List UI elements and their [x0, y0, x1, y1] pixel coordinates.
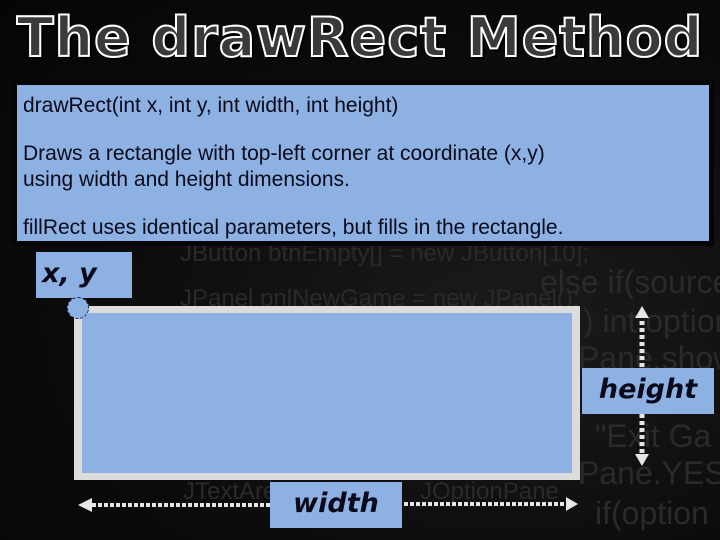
dimension-arrows: [78, 306, 649, 512]
width-arrow-left: [78, 498, 270, 512]
height-arrow-up: [635, 306, 649, 374]
width-label: width: [270, 482, 402, 528]
height-label: height: [582, 368, 714, 414]
height-arrow-down: [635, 414, 649, 466]
width-arrow-right: [386, 497, 578, 511]
